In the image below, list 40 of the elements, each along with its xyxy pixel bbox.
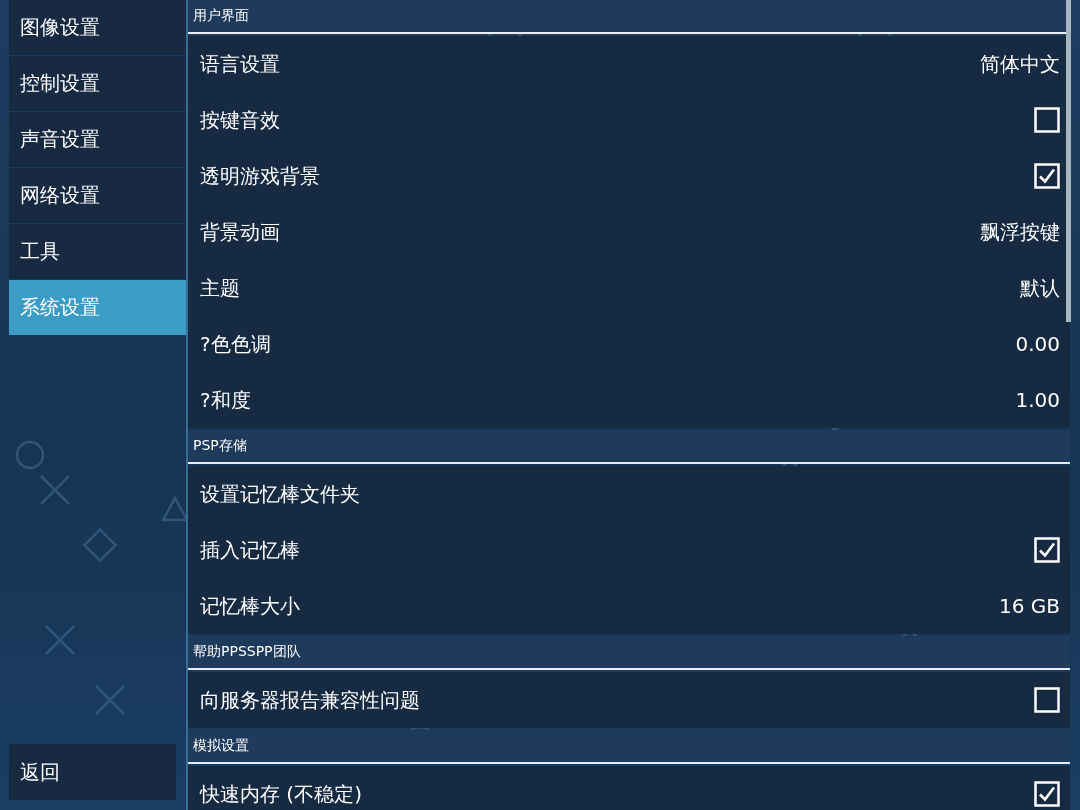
section-header: 模拟设置 (188, 730, 1070, 764)
section-header: 帮助PPSSPP团队 (188, 636, 1070, 670)
setting-row[interactable]: ?色色调 0.00 (188, 316, 1070, 372)
sidebar-tab[interactable]: 工具 (9, 224, 186, 279)
setting-label: 插入记忆棒 (200, 536, 300, 564)
setting-value: 16 GB (998, 594, 1060, 618)
setting-label: 语言设置 (200, 50, 280, 78)
sidebar-tab[interactable]: 声音设置 (9, 112, 186, 167)
setting-row[interactable]: 向服务器报告兼容性问题 (188, 672, 1070, 728)
setting-value: 0.00 (1015, 332, 1060, 356)
setting-label: 背景动画 (200, 218, 280, 246)
section-header: PSP存储 (188, 430, 1070, 464)
setting-label: ?色色调 (200, 330, 271, 358)
setting-label: 按键音效 (200, 106, 280, 134)
setting-label: 主题 (200, 274, 240, 302)
setting-label: ?和度 (200, 386, 251, 414)
setting-label: 透明游戏背景 (200, 162, 320, 190)
sidebar-tab[interactable]: 控制设置 (9, 56, 186, 111)
checkbox[interactable] (1034, 537, 1060, 563)
setting-value: 简体中文 (980, 50, 1060, 78)
setting-value: 1.00 (1015, 388, 1060, 412)
setting-row[interactable]: 快速内存 (不稳定) (188, 766, 1070, 810)
setting-row[interactable]: 插入记忆棒 (188, 522, 1070, 578)
checkbox[interactable] (1034, 163, 1060, 189)
setting-value: 飘浮按键 (980, 218, 1060, 246)
setting-row[interactable]: ?和度 1.00 (188, 372, 1070, 428)
setting-row[interactable]: 设置记忆棒文件夹 (188, 466, 1070, 522)
back-button[interactable]: 返回 (9, 744, 176, 800)
setting-label: 向服务器报告兼容性问题 (200, 686, 420, 714)
sidebar-tab[interactable]: 网络设置 (9, 168, 186, 223)
setting-label: 记忆棒大小 (200, 592, 300, 620)
sidebar-tab[interactable]: 图像设置 (9, 0, 186, 55)
setting-label: 快速内存 (不稳定) (200, 780, 362, 808)
setting-label: 设置记忆棒文件夹 (200, 480, 360, 508)
scrollbar[interactable] (1066, 0, 1071, 322)
setting-row[interactable]: 记忆棒大小 16 GB (188, 578, 1070, 634)
setting-value: 默认 (1020, 274, 1060, 302)
checkbox[interactable] (1034, 781, 1060, 807)
checkbox[interactable] (1034, 107, 1060, 133)
checkbox[interactable] (1034, 687, 1060, 713)
